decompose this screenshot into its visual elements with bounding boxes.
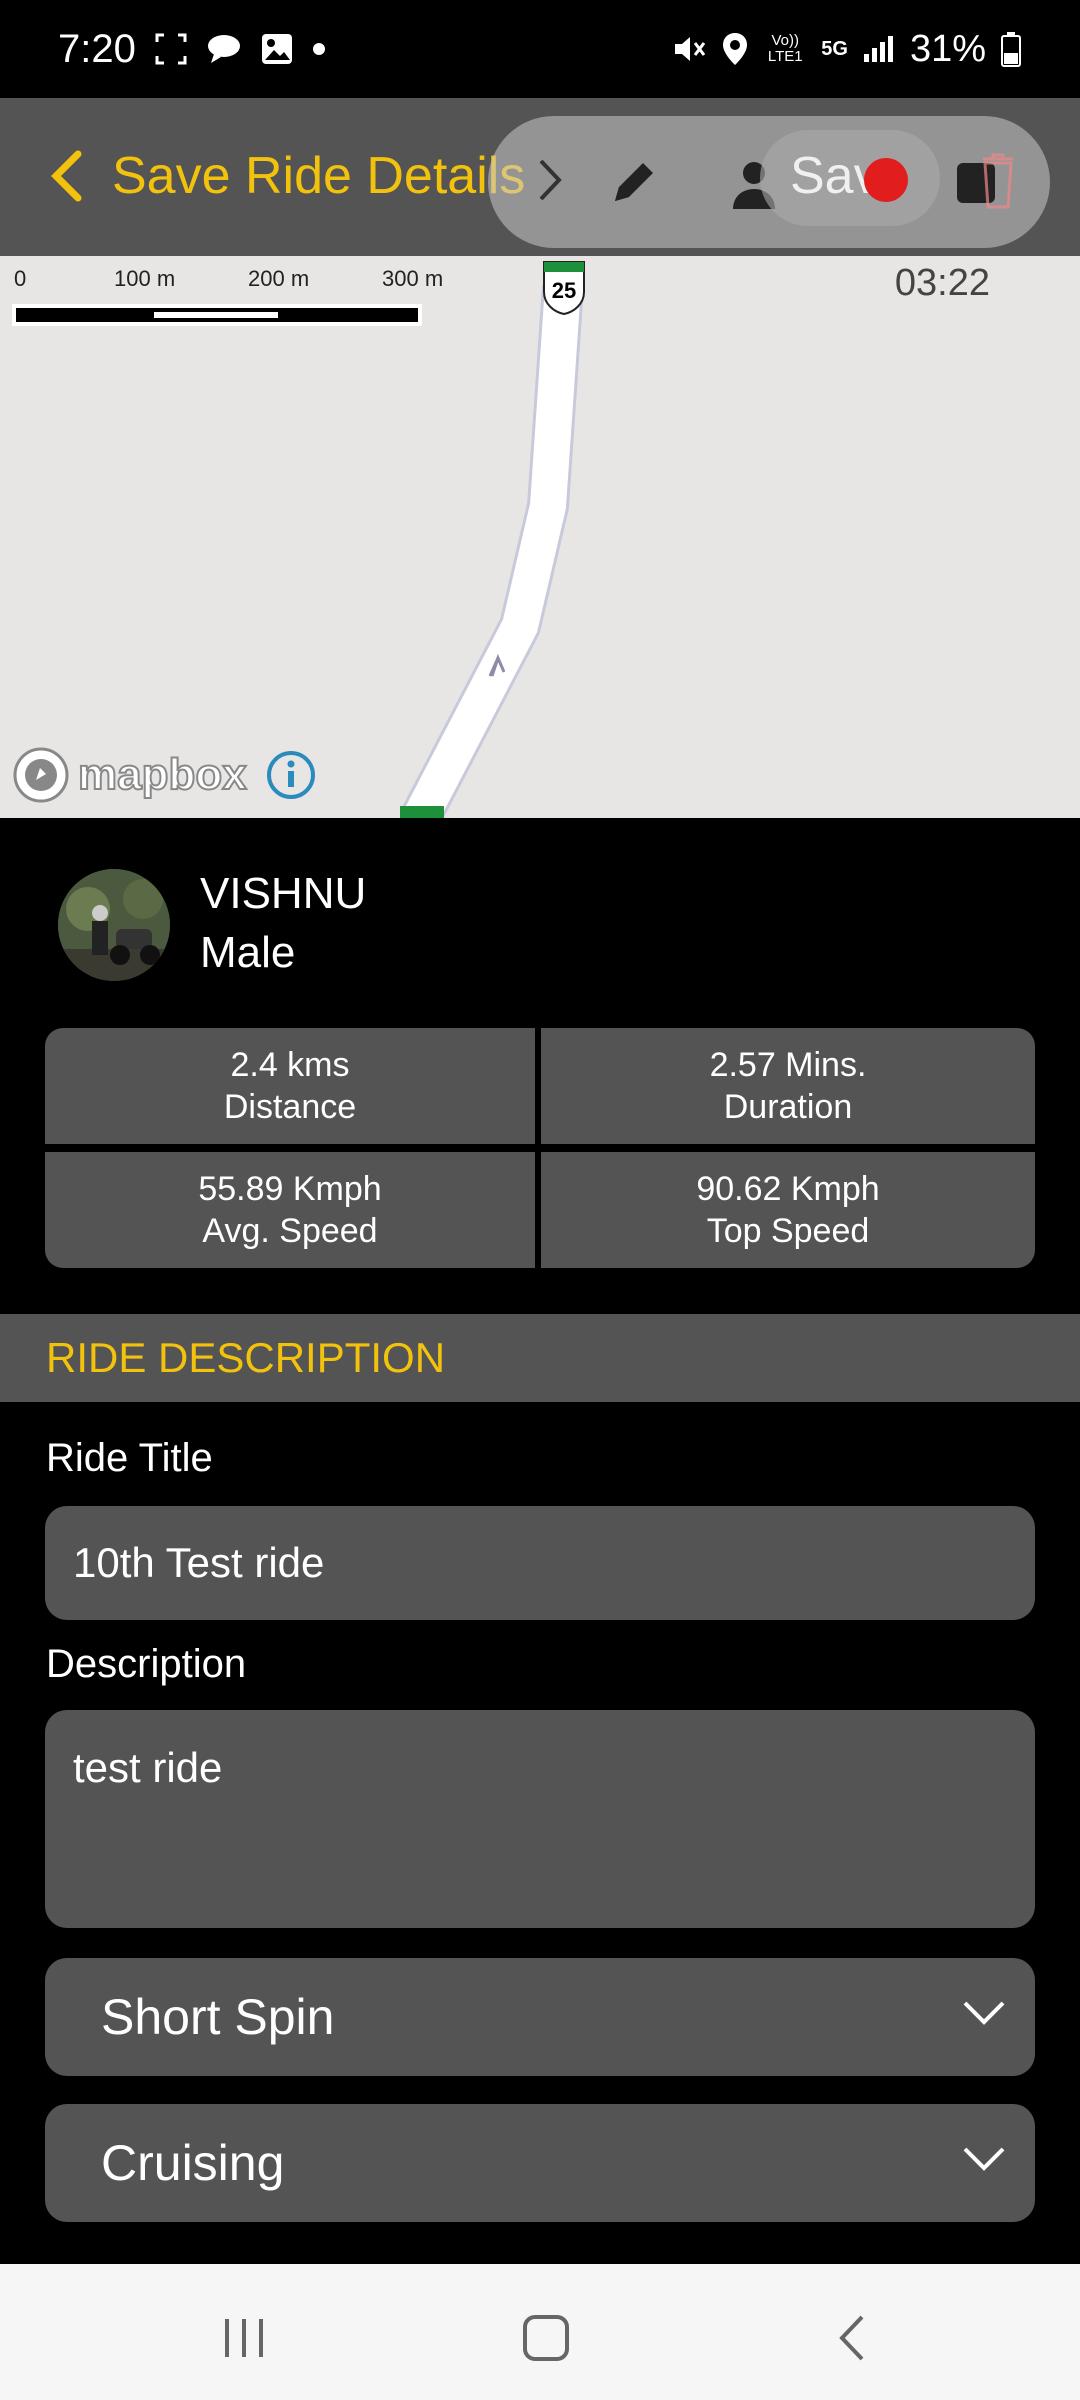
scale-label: 200 m: [248, 266, 310, 291]
system-nav-bar: [0, 2264, 1080, 2400]
gallery-icon: [260, 32, 294, 66]
stat-label: Top Speed: [706, 1212, 870, 1250]
home-icon: [523, 2315, 569, 2361]
stat-avg-speed: 55.89 Kmph Avg. Speed: [45, 1152, 535, 1268]
ride-description-header: RIDE DESCRIPTION: [0, 1314, 1080, 1402]
ride-type-value: Short Spin: [101, 1989, 335, 2045]
clock: 7:20: [58, 26, 136, 71]
dot-icon: [312, 42, 326, 56]
ride-title-input[interactable]: 10th Test ride: [45, 1506, 1035, 1620]
rider-profile: VISHNU Male: [58, 866, 366, 984]
expand-toolbar-button[interactable]: [530, 150, 570, 210]
chevron-down-icon: [963, 2001, 1005, 2025]
volte-badge: Vo)) LTE1: [767, 32, 803, 65]
mapbox-wordmark: mapbox: [77, 749, 248, 800]
screenshot-icon: [154, 32, 188, 66]
ride-style-value: Cruising: [101, 2135, 285, 2191]
stat-value: 2.57 Mins.: [709, 1046, 867, 1084]
scale-label: 0: [14, 266, 27, 291]
scale-label: 300 m: [382, 266, 444, 291]
home-button[interactable]: [516, 2308, 576, 2368]
stat-duration: 2.57 Mins. Duration: [541, 1028, 1035, 1144]
battery-icon: [1000, 31, 1022, 67]
back-nav-button[interactable]: [822, 2308, 882, 2368]
mapbox-logo[interactable]: mapbox: [12, 746, 317, 804]
stat-label: Avg. Speed: [202, 1212, 378, 1250]
chevron-right-icon: [539, 159, 562, 201]
signal-icon: [862, 34, 896, 64]
recents-icon: [225, 2319, 263, 2357]
mute-icon: [671, 31, 707, 67]
network-badge: 5G: [821, 37, 848, 60]
page-title: Save Ride Details: [112, 147, 526, 205]
stat-value: 90.62 Kmph: [696, 1170, 880, 1208]
record-button[interactable]: Save: [760, 130, 940, 226]
stat-label: Distance: [223, 1088, 357, 1126]
draw-button[interactable]: [600, 150, 666, 216]
chat-icon: [206, 32, 242, 66]
rider-name: VISHNU: [200, 869, 367, 918]
map-view[interactable]: 0 100 m 200 m 300 m 25 03:22 mapbox: [0, 256, 1080, 818]
ride-title-label: Ride Title: [46, 1436, 213, 1480]
stat-top-speed: 90.62 Kmph Top Speed: [541, 1152, 1035, 1268]
description-input[interactable]: test ride: [45, 1710, 1035, 1928]
mapbox-icon: [13, 747, 69, 803]
trash-icon: [957, 153, 1013, 209]
record-icon: [864, 158, 908, 202]
back-button[interactable]: [36, 146, 96, 206]
stop-button[interactable]: [950, 148, 1026, 214]
route-shield: 25: [540, 260, 588, 316]
stat-distance: 2.4 kms Distance: [45, 1028, 535, 1144]
scale-label: 100 m: [114, 266, 176, 291]
ride-timer: 03:22: [894, 262, 990, 304]
status-right: Vo)) LTE1 5G 31%: [671, 28, 1022, 71]
location-icon: [721, 31, 749, 67]
chevron-left-icon: [51, 150, 82, 202]
stat-value: 55.89 Kmph: [198, 1170, 382, 1208]
back-icon: [839, 2315, 864, 2361]
recent-apps-button[interactable]: [214, 2308, 274, 2368]
route-layer: [12, 284, 584, 818]
chevron-down-icon: [963, 2147, 1005, 2171]
stat-value: 2.4 kms: [230, 1046, 350, 1084]
rider-gender: Male: [200, 928, 296, 977]
avatar: [58, 869, 170, 981]
info-icon[interactable]: [265, 749, 317, 801]
status-left: 7:20: [58, 27, 326, 72]
description-label: Description: [46, 1642, 247, 1686]
battery-percent: 31%: [909, 27, 986, 70]
stat-label: Duration: [723, 1088, 853, 1126]
route-shield-number: 25: [551, 278, 577, 303]
pencil-icon: [615, 163, 653, 201]
status-bar: 7:20 Vo)) LTE1 5G 31%: [0, 0, 1080, 98]
ride-style-dropdown[interactable]: Cruising: [45, 2104, 1035, 2222]
ride-type-dropdown[interactable]: Short Spin: [45, 1958, 1035, 2076]
ride-stats: 2.4 kms Distance 2.57 Mins. Duration 55.…: [45, 1028, 1035, 1268]
